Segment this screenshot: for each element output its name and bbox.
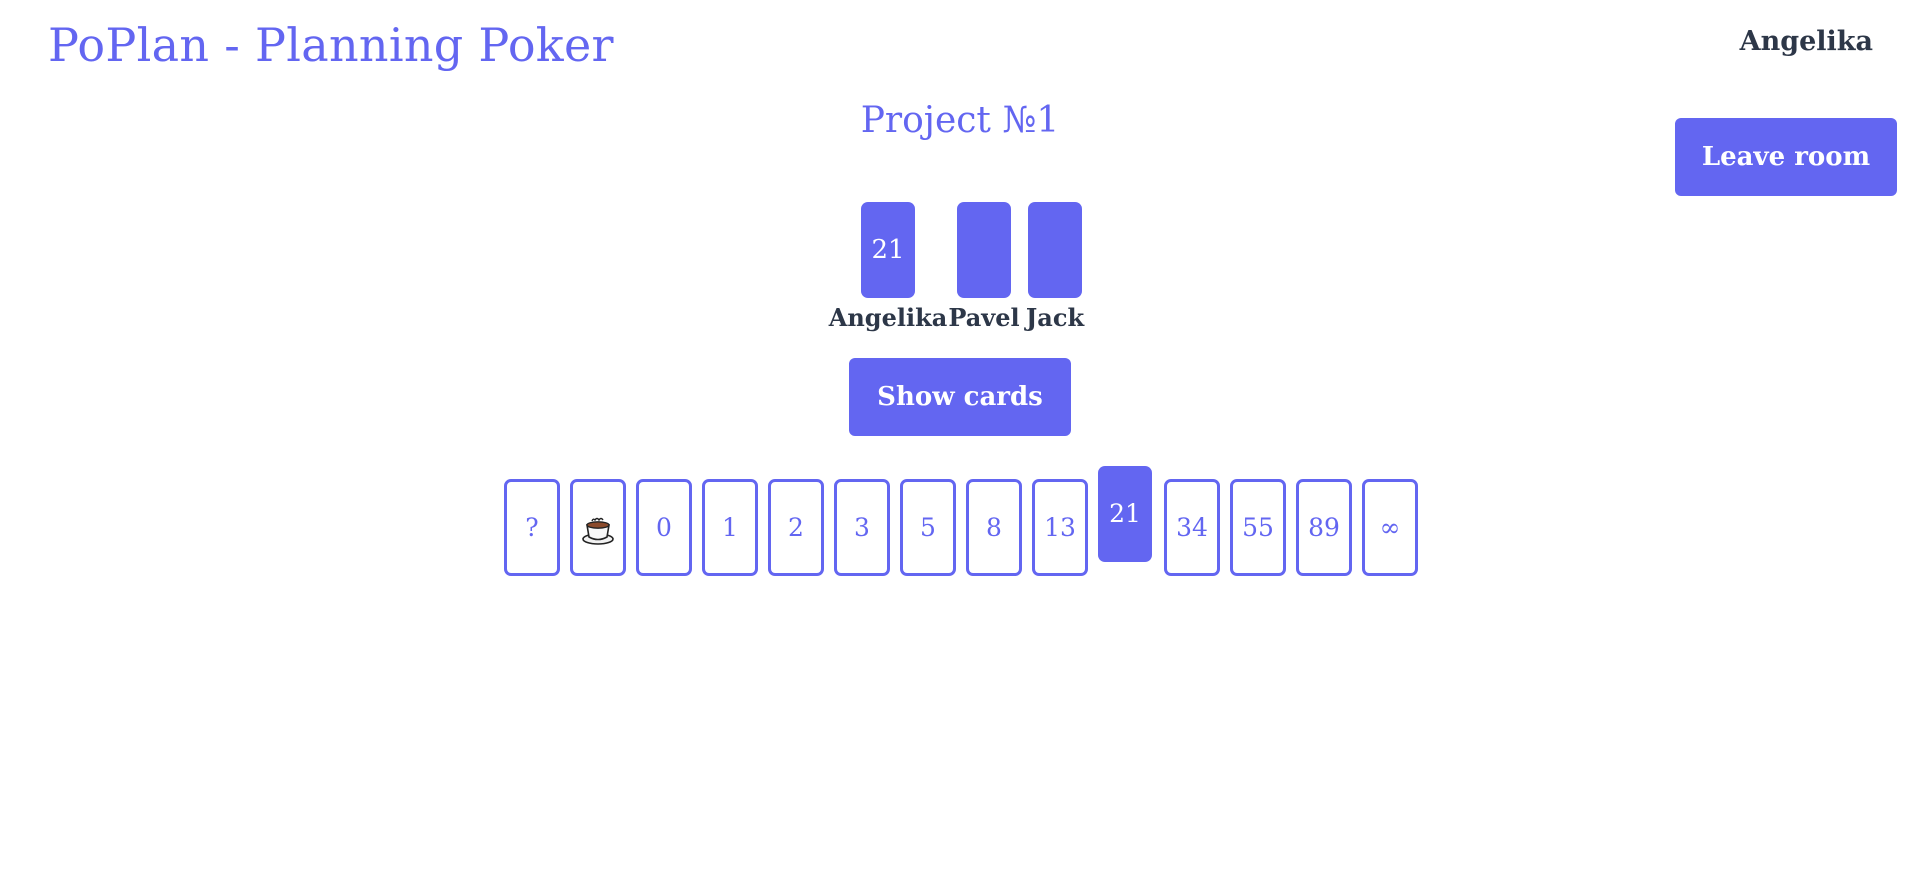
deck-card-13[interactable]: 13 — [1032, 479, 1088, 576]
deck-card-question[interactable]: ? — [504, 479, 560, 576]
deck-card-34[interactable]: 34 — [1164, 479, 1220, 576]
deck-card-0[interactable]: 0 — [636, 479, 692, 576]
deck-card-5[interactable]: 5 — [900, 479, 956, 576]
deck-card-89[interactable]: 89 — [1296, 479, 1352, 576]
deck-card-infinity[interactable]: ∞ — [1362, 479, 1418, 576]
player-card — [1028, 202, 1082, 298]
deck-card-8[interactable]: 8 — [966, 479, 1022, 576]
deck-card-1[interactable]: 1 — [702, 479, 758, 576]
player-jack: Jack — [995, 202, 1115, 332]
player-name: Jack — [1025, 303, 1085, 332]
deck-card-55[interactable]: 55 — [1230, 479, 1286, 576]
deck-card-2[interactable]: 2 — [768, 479, 824, 576]
room-title: Project №1 — [860, 100, 1060, 141]
deck-card-coffee[interactable] — [570, 479, 626, 576]
show-cards-button[interactable]: Show cards — [849, 358, 1071, 436]
app-title: PoPlan - Planning Poker — [48, 18, 614, 72]
deck-card-3[interactable]: 3 — [834, 479, 890, 576]
current-user-name: Angelika — [1739, 26, 1873, 57]
player-card: 21 — [861, 202, 915, 298]
deck-card-21-selected[interactable]: 21 — [1098, 466, 1152, 562]
coffee-cup-icon — [582, 517, 614, 545]
